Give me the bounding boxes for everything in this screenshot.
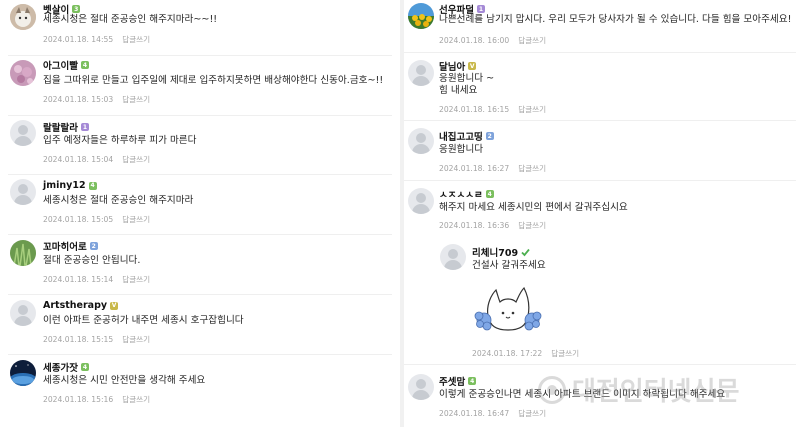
comment-text: 절대 준공승인 안됩니다. <box>43 255 141 266</box>
reply-button[interactable]: 답글쓰기 <box>518 409 546 418</box>
comment-date: 2024.01.18. 16:00 <box>439 36 510 45</box>
default-user-avatar[interactable] <box>408 374 434 400</box>
comment-date: 2024.01.18. 15:05 <box>43 215 114 224</box>
reply-button[interactable]: 답글쓰기 <box>122 215 150 224</box>
check-mark-icon <box>521 248 530 256</box>
comment-date: 2024.01.18. 17:22 <box>472 349 543 358</box>
reply-button[interactable]: 답글쓰기 <box>518 105 546 114</box>
default-user-avatar[interactable] <box>10 120 36 146</box>
reply-button[interactable]: 답글쓰기 <box>122 275 150 284</box>
comment-date: 2024.01.18. 15:15 <box>43 335 114 344</box>
reply-button[interactable]: 답글쓰기 <box>122 35 150 44</box>
comment-date: 2024.01.18. 16:15 <box>439 105 510 114</box>
comment-item: 랄랄랄라 1 입주 예정자들은 하루하루 피가 마른다 2024.01.18. … <box>0 115 400 175</box>
comment-item: 내집고고띵 2 응원합니다 2024.01.18. 16:27 답글쓰기 <box>404 120 800 180</box>
default-user-avatar[interactable] <box>10 300 36 326</box>
comment-date: 2024.01.18. 14:55 <box>43 35 114 44</box>
comment-item: Artstherapy V 이런 아파트 준공허가 내주면 세종시 호구잡힙니다… <box>0 294 400 354</box>
nickname[interactable]: Artstherapy <box>43 300 107 311</box>
comment-text: 세종시청은 시민 안전만을 생각해 주세요 <box>43 375 206 386</box>
nickname[interactable]: 꼬마히어로 <box>43 239 87 253</box>
level-badge: 3 <box>72 5 81 13</box>
comment-date: 2024.01.18. 15:03 <box>43 95 114 104</box>
comment-date: 2024.01.18. 15:04 <box>43 155 114 164</box>
comment-item: 선우파덜 1 나쁜선례를 남기지 맙시다. 우리 모두가 당사자가 될 수 있습… <box>404 0 800 52</box>
nickname[interactable]: 내집고고띵 <box>439 129 483 143</box>
reply-button[interactable]: 답글쓰기 <box>122 155 150 164</box>
nickname[interactable]: ㅅㅈㅅㅅㄹ <box>439 187 483 201</box>
grass-photo-avatar[interactable] <box>10 240 36 266</box>
level-badge: V <box>468 62 477 70</box>
level-badge: 4 <box>80 363 89 371</box>
reply-button[interactable]: 답글쓰기 <box>122 395 150 404</box>
default-user-avatar[interactable] <box>408 128 434 154</box>
level-badge: 2 <box>89 242 98 250</box>
comment-item: 아그이빨 4 집을 그따위로 만들고 입주일에 제대로 입주하지못하면 배상해야… <box>0 55 400 115</box>
reply-button[interactable]: 답글쓰기 <box>518 164 546 173</box>
comment-text: 나쁜선례를 남기지 맙시다. 우리 모두가 당사자가 될 수 있습니다. 다들 … <box>439 14 792 25</box>
comment-date: 2024.01.18. 16:36 <box>439 221 510 230</box>
default-user-avatar[interactable] <box>10 179 36 205</box>
news-logo-icon <box>538 375 566 404</box>
comment-item: 벳살이 3 세종시청은 절대 준공승인 해주지마라~~!! 2024.01.18… <box>0 0 400 55</box>
comment-item: 꼬마히어로 2 절대 준공승인 안됩니다. 2024.01.18. 15:14 답… <box>0 234 400 294</box>
comment-date: 2024.01.18. 15:14 <box>43 275 114 284</box>
level-badge: V <box>110 301 119 310</box>
default-user-avatar[interactable] <box>440 244 466 270</box>
nickname[interactable]: 아그이빨 <box>43 58 78 72</box>
cat-photo-avatar[interactable] <box>10 4 36 30</box>
level-badge: 4 <box>88 181 97 190</box>
comment-text: 이런 아파트 준공허가 내주면 세종시 호구잡힙니다 <box>43 315 244 326</box>
news-watermark: 대전인터넷신문 <box>538 371 739 408</box>
level-badge: 4 <box>485 190 494 198</box>
flower-photo-avatar[interactable] <box>10 60 36 86</box>
reply-button[interactable]: 답글쓰기 <box>518 36 546 45</box>
comment-item: jminy12 4 세종시청은 절대 준공승인 해주지마라 2024.01.18… <box>0 174 400 234</box>
comment-date: 2024.01.18. 16:27 <box>439 164 510 173</box>
nickname[interactable]: 리체니709 <box>472 245 518 259</box>
sunflower-photo-avatar[interactable] <box>408 3 434 29</box>
comment-text: 입주 예정자들은 하루하루 피가 마른다 <box>43 135 197 146</box>
level-badge: 4 <box>468 377 477 385</box>
reply-button[interactable]: 답글쓰기 <box>122 95 150 104</box>
nickname[interactable]: 세종가잣 <box>43 360 78 374</box>
nickname[interactable]: 주셋맘 <box>439 374 465 388</box>
reply-button[interactable]: 답글쓰기 <box>551 349 579 358</box>
comment-date: 2024.01.18. 15:16 <box>43 395 114 404</box>
comment-text: 응원합니다 <box>439 144 484 155</box>
nickname[interactable]: jminy12 <box>43 180 86 191</box>
level-badge: 1 <box>80 123 89 131</box>
nickname[interactable]: 달님아 <box>439 59 465 73</box>
comment-text: 세종시청은 절대 준공승인 해주지마라~~!! <box>43 14 218 25</box>
default-user-avatar[interactable] <box>408 188 434 214</box>
comment-text: 해주지 마세요 세종시민의 편에서 갈궈주십시요 <box>439 202 628 213</box>
comment-item: 달님아 V 응원합니다 ~ 힘 내세요 2024.01.18. 16:15 답글쓰… <box>404 52 800 120</box>
earth-photo-avatar[interactable] <box>10 360 36 386</box>
comment-text: 집을 그따위로 만들고 입주일에 제대로 입주하지못하면 배상해야한다 신동아.… <box>43 75 384 86</box>
comment-text: 건설사 갈궈주세요 <box>472 260 546 271</box>
comment-text-line2: 힘 내세요 <box>439 85 478 96</box>
comment-text: 세종시청은 절대 준공승인 해주지마라 <box>43 195 194 206</box>
cheering-bunny-sticker <box>472 286 546 340</box>
level-badge: 4 <box>80 61 89 69</box>
comment-item: 세종가잣 4 세종시청은 시민 안전만을 생각해 주세요 2024.01.18.… <box>0 354 400 414</box>
level-badge: 2 <box>485 132 494 140</box>
comment-item: ㅅㅈㅅㅅㄹ 4 해주지 마세요 세종시민의 편에서 갈궈주십시요 2024.01… <box>404 180 800 232</box>
reply-button[interactable]: 답글쓰기 <box>122 335 150 344</box>
reply-item: 리체니709 건설사 갈궈주세요 2024.01.18. 17:22 답글쓰기 <box>434 236 796 360</box>
watermark-text: 대전인터넷신문 <box>572 377 740 407</box>
level-badge: 1 <box>476 5 485 13</box>
comment-date: 2024.01.18. 16:47 <box>439 409 510 418</box>
reply-button[interactable]: 답글쓰기 <box>518 221 546 230</box>
nickname[interactable]: 랄랄랄라 <box>43 120 78 134</box>
default-user-avatar[interactable] <box>408 60 434 86</box>
